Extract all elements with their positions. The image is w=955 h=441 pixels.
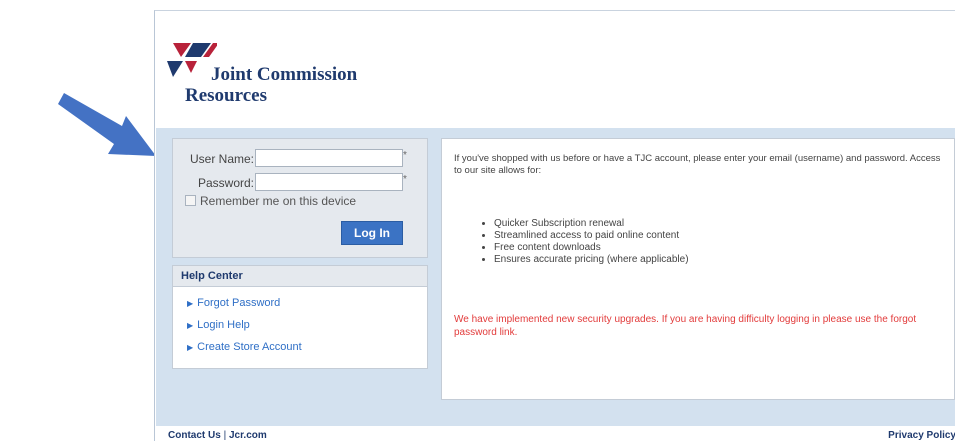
site-footer: Contact Us | Jcr.com Privacy Policy: [155, 428, 955, 441]
remember-me[interactable]: Remember me on this device: [185, 194, 356, 208]
footer-links: Contact Us | Jcr.com: [168, 430, 267, 441]
remember-label: Remember me on this device: [200, 194, 357, 208]
login-form: User Name: * Password: * Remember me on …: [172, 138, 428, 258]
help-link-label: Create Store Account: [197, 341, 302, 353]
help-link-login-help[interactable]: ▶ Login Help: [187, 319, 250, 331]
footer-separator: |: [223, 430, 227, 441]
benefits-list: Quicker Subscription renewal Streamlined…: [480, 218, 689, 266]
password-row: Password: *: [173, 173, 427, 193]
help-center-title: Help Center: [173, 266, 427, 287]
help-link-forgot-password[interactable]: ▶ Forgot Password: [187, 297, 280, 309]
password-input[interactable]: [255, 173, 403, 191]
logo-subname: Resources: [185, 85, 267, 106]
triangle-right-icon: ▶: [187, 321, 194, 330]
password-required-marker: *: [403, 174, 407, 185]
password-label: Password:: [197, 176, 254, 190]
help-link-create-account[interactable]: ▶ Create Store Account: [187, 341, 302, 353]
jcr-site-link[interactable]: Jcr.com: [229, 430, 267, 441]
benefit-item: Free content downloads: [494, 242, 689, 254]
help-link-label: Login Help: [197, 319, 250, 331]
info-intro: If you've shopped with us before or have…: [454, 153, 941, 176]
contact-us-link[interactable]: Contact Us: [168, 430, 221, 441]
privacy-policy-link[interactable]: Privacy Policy: [888, 430, 955, 441]
benefit-item: Quicker Subscription renewal: [494, 218, 689, 230]
remember-checkbox[interactable]: [185, 195, 196, 206]
logo-name: Joint Commission: [211, 64, 358, 85]
triangle-right-icon: ▶: [187, 299, 194, 308]
help-center: Help Center ▶ Forgot Password ▶ Login Help…: [172, 265, 428, 369]
username-row: User Name: *: [173, 149, 427, 169]
benefit-item: Streamlined access to paid online conten…: [494, 230, 689, 242]
site-header: Joint Commission Resources: [155, 11, 955, 121]
security-notice: We have implemented new security upgrade…: [454, 314, 917, 338]
page-container: Joint Commission Resources User Name: * …: [154, 10, 955, 441]
info-panel: If you've shopped with us before or have…: [441, 138, 955, 400]
triangle-right-icon: ▶: [187, 343, 194, 352]
benefit-item: Ensures accurate pricing (where applicab…: [494, 254, 689, 266]
login-button[interactable]: Log In: [341, 221, 403, 245]
logo-mark-icon: [167, 43, 217, 77]
username-input[interactable]: [255, 149, 403, 167]
username-required-marker: *: [403, 150, 407, 161]
main-content: User Name: * Password: * Remember me on …: [156, 128, 955, 426]
help-link-label: Forgot Password: [197, 297, 281, 309]
username-label: User Name:: [189, 152, 254, 166]
pointer-arrow-icon: [58, 93, 156, 156]
